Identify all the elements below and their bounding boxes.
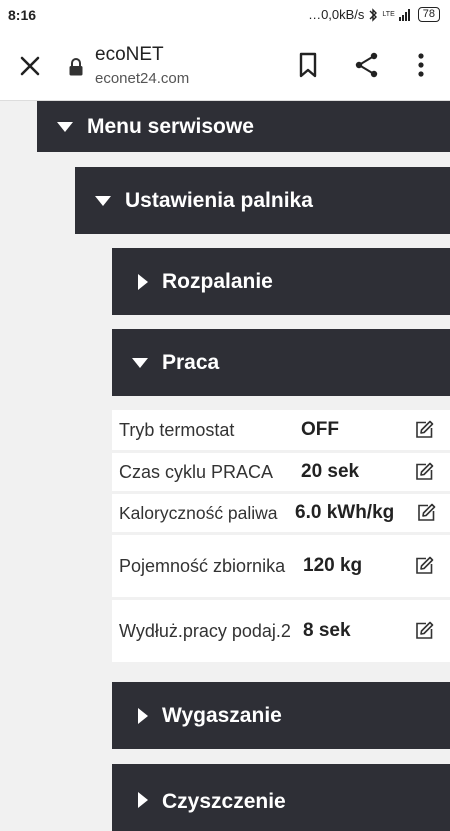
ignition-header[interactable]: Rozpalanie bbox=[112, 248, 450, 315]
network-speed: …0,0kB/s bbox=[308, 7, 365, 22]
signal-icon bbox=[398, 8, 410, 21]
edit-icon[interactable] bbox=[414, 556, 434, 576]
service-menu-label: Menu serwisowe bbox=[87, 114, 254, 138]
clock: 8:16 bbox=[8, 7, 37, 23]
extinguishing-label: Wygaszanie bbox=[162, 703, 282, 727]
param-value: 8 sek bbox=[303, 620, 351, 641]
share-icon[interactable] bbox=[352, 50, 382, 80]
chevron-right-icon bbox=[138, 792, 148, 808]
page-title: ecoNET bbox=[95, 44, 164, 65]
burner-settings-label: Ustawienia palnika bbox=[125, 188, 313, 212]
param-row: Kaloryczność paliwa 6.0 kWh/kg bbox=[112, 494, 450, 532]
cleaning-header[interactable]: Czyszczenie bbox=[112, 764, 450, 831]
edit-icon[interactable] bbox=[414, 621, 434, 641]
edit-icon[interactable] bbox=[416, 503, 436, 523]
lock-icon bbox=[69, 58, 83, 76]
param-row: Tryb termostat OFF bbox=[112, 410, 450, 450]
bluetooth-icon bbox=[369, 7, 378, 22]
burner-settings-header[interactable]: Ustawienia palnika bbox=[75, 167, 450, 234]
work-header[interactable]: Praca bbox=[112, 329, 450, 396]
param-name: Kaloryczność paliwa bbox=[119, 502, 278, 523]
page-url[interactable]: econet24.com bbox=[95, 70, 189, 87]
battery-icon: 78 bbox=[417, 7, 440, 22]
param-row: Czas cyklu PRACA 20 sek bbox=[112, 453, 450, 491]
status-icons: …0,0kB/s LTE 78 bbox=[308, 7, 440, 22]
edit-icon[interactable] bbox=[414, 462, 434, 482]
param-row: Wydłuż.pracy podaj.2 8 sek bbox=[112, 600, 450, 662]
param-name: Pojemność zbiornika bbox=[119, 555, 286, 576]
chevron-down-icon bbox=[95, 195, 111, 206]
ignition-label: Rozpalanie bbox=[162, 269, 273, 293]
status-bar: 8:16 …0,0kB/s LTE 78 bbox=[0, 0, 450, 30]
chevron-right-icon bbox=[138, 273, 148, 290]
extinguishing-header[interactable]: Wygaszanie bbox=[112, 682, 450, 749]
service-menu-header[interactable]: Menu serwisowe bbox=[37, 101, 450, 152]
param-name: Wydłuż.pracy podaj.2 bbox=[119, 620, 291, 641]
lte-label: LTE bbox=[382, 11, 395, 18]
param-value: OFF bbox=[301, 419, 339, 440]
work-parameters-list: Tryb termostat OFF Czas cyklu PRACA 20 s… bbox=[112, 410, 450, 665]
work-label: Praca bbox=[162, 350, 220, 374]
chevron-down-icon bbox=[132, 357, 148, 368]
more-options-icon[interactable] bbox=[406, 50, 436, 80]
chevron-down-icon bbox=[57, 121, 73, 132]
param-name: Czas cyklu PRACA bbox=[119, 461, 274, 482]
edit-icon[interactable] bbox=[414, 420, 434, 440]
param-row: Pojemność zbiornika 120 kg bbox=[112, 535, 450, 597]
close-icon[interactable] bbox=[16, 52, 44, 80]
param-value: 6.0 kWh/kg bbox=[295, 502, 395, 523]
cleaning-label: Czyszczenie bbox=[162, 790, 286, 813]
chevron-right-icon bbox=[138, 707, 148, 724]
bookmark-icon[interactable] bbox=[293, 50, 323, 80]
browser-toolbar: ecoNET econet24.com bbox=[0, 30, 450, 101]
param-value: 120 kg bbox=[303, 555, 363, 576]
param-value: 20 sek bbox=[301, 461, 360, 482]
param-name: Tryb termostat bbox=[119, 419, 235, 440]
